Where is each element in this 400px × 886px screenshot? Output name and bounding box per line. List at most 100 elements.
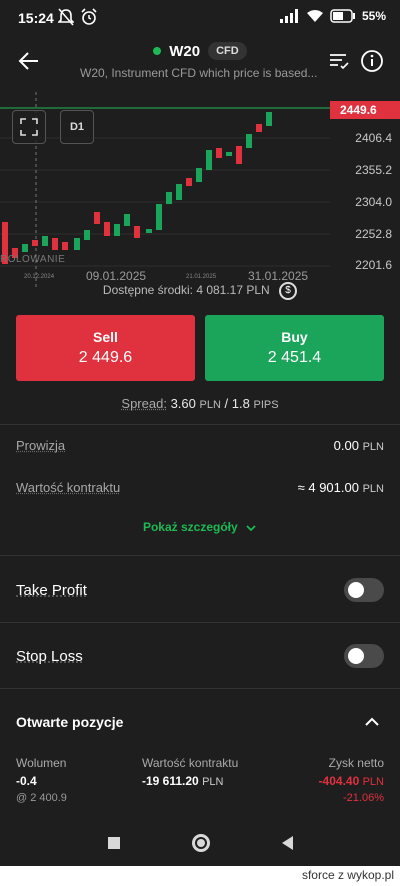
system-nav-bar (0, 820, 400, 866)
profit-unit: PLN (362, 776, 384, 788)
candle (156, 204, 162, 230)
profit-value: -404.40 (318, 774, 360, 788)
funds-label: Dostępne środki: (102, 283, 193, 298)
commission-value: 0.00 (333, 438, 359, 453)
alarm-icon (81, 8, 97, 25)
take-profit-row: Take Profit (16, 576, 384, 604)
commission-row: Prowizja 0.00 PLN (16, 438, 384, 453)
rollover-label: ROLOWANIE (0, 254, 66, 265)
system-back-button[interactable] (281, 836, 293, 850)
status-icons-left (58, 8, 98, 26)
candle (42, 236, 48, 246)
candle (166, 192, 172, 204)
trade-buttons: Sell 2 449.6 Buy 2 451.4 (16, 315, 384, 381)
take-profit-label[interactable]: Take Profit (16, 582, 87, 599)
volume-value: -0.4 (16, 774, 37, 788)
expand-chart-button[interactable] (12, 110, 46, 144)
contract-value: ≈ 4 901.00 (297, 480, 359, 495)
price-tick: 2201.6 (355, 258, 392, 272)
buy-button[interactable]: Buy 2 451.4 (205, 315, 384, 381)
open-positions-title[interactable]: Otwarte pozycje (16, 714, 123, 730)
candle (226, 152, 232, 156)
watermark-strip: sforce z wykop.pl (0, 866, 400, 886)
contract-value-row: Wartość kontraktu ≈ 4 901.00 PLN (16, 480, 384, 495)
market-open-dot (153, 47, 162, 55)
date-tick: 31.01.2025 (248, 269, 309, 283)
instrument-title: W20 (169, 42, 201, 60)
stop-loss-toggle[interactable] (344, 644, 384, 668)
contract-value-label[interactable]: Wartość kontraktu (16, 480, 120, 495)
candle (62, 242, 68, 250)
profit-percent: -21.06% (343, 792, 384, 804)
candle (124, 214, 130, 226)
position-value-label: Wartość kontraktu (142, 756, 239, 770)
instrument-header: W20 CFD W20, Instrument CFD which price … (0, 36, 400, 92)
candle (176, 184, 182, 200)
position-volume: Wolumen -0.4 @ 2 400.9 (16, 756, 67, 804)
show-details-button[interactable]: Pokaż szczegóły (0, 520, 400, 534)
instrument-subtitle[interactable]: W20, Instrument CFD which price is based… (80, 66, 320, 80)
open-price: @ 2 400.9 (16, 792, 67, 804)
funds-currency: PLN (246, 283, 270, 298)
expand-icon (20, 118, 38, 136)
price-tick: 2355.2 (355, 163, 392, 177)
candle (114, 224, 120, 236)
sell-price: 2 449.6 (78, 349, 133, 366)
instrument-type-badge: CFD (208, 42, 247, 60)
candle (146, 229, 152, 233)
spread-currency: PLN (199, 399, 221, 411)
status-time: 15:24 (18, 10, 54, 26)
sort-filter-icon[interactable] (328, 50, 350, 72)
stop-loss-label[interactable]: Stop Loss (16, 648, 83, 665)
available-funds: Dostępne środki: 4 081.17 PLN $ (0, 282, 400, 302)
home-button[interactable] (191, 834, 210, 852)
recents-button[interactable] (107, 837, 120, 849)
battery-percent: 55% (361, 9, 386, 23)
date-tick-small: 20.12.2024 (24, 274, 55, 280)
wallet-icon[interactable]: $ (279, 282, 298, 300)
price-tick: 2252.8 (355, 227, 392, 241)
buy-label: Buy (281, 329, 308, 345)
price-chart[interactable]: D1 2406.4 2355.2 2304.0 2252.8 2201.6 24… (0, 92, 400, 288)
candle (206, 150, 212, 170)
mute-bell-icon (58, 8, 74, 26)
position-value: Wartość kontraktu -19 611.20 PLN (142, 756, 238, 792)
take-profit-toggle[interactable] (344, 578, 384, 602)
commission-label[interactable]: Prowizja (16, 438, 65, 453)
funds-value: 4 081.17 (196, 283, 244, 298)
buy-price: 2 451.4 (267, 349, 322, 366)
volume-label: Wolumen (16, 756, 67, 770)
position-value-amount: -19 611.20 (142, 774, 199, 788)
battery-icon (330, 9, 355, 23)
candle (186, 178, 192, 186)
price-tick: 2304.0 (355, 195, 392, 209)
wifi-icon (306, 10, 323, 22)
spread-pips: 1.8 (231, 396, 250, 411)
position-value-unit: PLN (202, 776, 224, 788)
profit-label: Zysk netto (328, 756, 384, 770)
candle (246, 134, 252, 148)
candle (196, 168, 202, 182)
chevron-down-icon (246, 525, 256, 532)
candle (266, 112, 272, 126)
info-icon[interactable] (360, 49, 384, 73)
candle (84, 230, 90, 240)
candle (52, 238, 58, 250)
home-dot (196, 839, 205, 847)
date-tick: 09.01.2025 (86, 269, 147, 283)
divider (0, 555, 400, 556)
spread-label[interactable]: Spread: (121, 396, 167, 411)
spread-pips-unit: PIPS (253, 399, 279, 411)
candle (22, 244, 28, 252)
show-details-label: Pokaż szczegóły (142, 520, 238, 534)
toggle-knob (348, 582, 364, 598)
timeframe-button[interactable]: D1 (60, 110, 94, 144)
chevron-up-icon[interactable] (362, 712, 382, 732)
signal-icon (279, 9, 298, 23)
divider (0, 622, 400, 623)
sell-button[interactable]: Sell 2 449.6 (16, 315, 195, 381)
sell-label: Sell (93, 329, 118, 345)
candle (104, 222, 110, 236)
stop-loss-row: Stop Loss (16, 642, 384, 670)
spread-info: Spread: 3.60 PLN / 1.8 PIPS (0, 396, 400, 411)
